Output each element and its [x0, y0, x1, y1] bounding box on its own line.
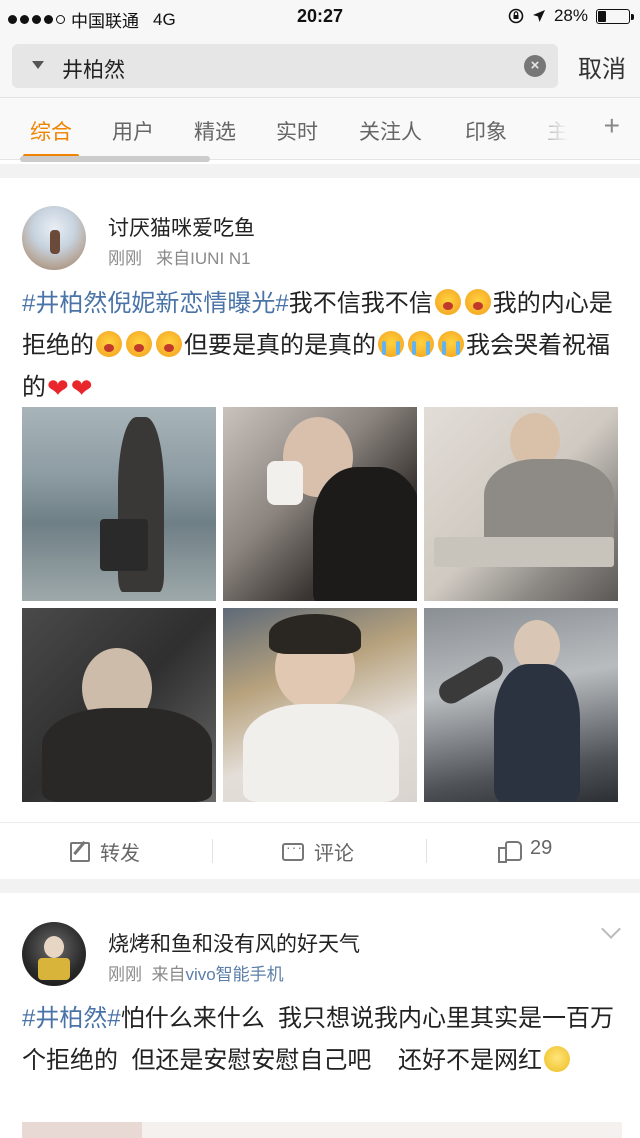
search-type-dropdown-icon[interactable]: [32, 61, 44, 69]
post-time: 刚刚: [108, 965, 142, 984]
crying-emoji-icon: [464, 289, 491, 315]
hashtag-link[interactable]: #井柏然#: [22, 1005, 121, 1032]
post-photo-preview[interactable]: [22, 1122, 622, 1138]
avatar[interactable]: [22, 922, 86, 986]
crying-emoji-icon: [96, 331, 122, 357]
post-photo-2[interactable]: [223, 407, 417, 601]
tab-impression[interactable]: 印象: [465, 116, 507, 146]
clear-search-button[interactable]: ×: [524, 55, 546, 77]
sobbing-emoji-icon: [408, 331, 434, 357]
heart-icon: ❤: [47, 373, 69, 403]
feed-divider: [0, 164, 640, 178]
post-photo-6[interactable]: [424, 608, 618, 802]
post-username[interactable]: 讨厌猫咪爱吃鱼: [108, 212, 255, 242]
sobbing-emoji-icon: [438, 331, 464, 357]
cancel-button[interactable]: 取消: [578, 49, 626, 84]
thinking-emoji-icon: [544, 1046, 571, 1072]
heart-icon: ❤: [70, 373, 93, 403]
location-icon: [532, 10, 545, 22]
post-photo-4[interactable]: [22, 608, 216, 802]
search-query[interactable]: 井柏然: [62, 54, 125, 84]
battery-icon: [596, 8, 634, 24]
comment-label: 评论: [314, 843, 354, 865]
post-source-device[interactable]: vivo智能手机: [185, 965, 283, 984]
tab-following[interactable]: 关注人: [359, 116, 422, 146]
tab-realtime[interactable]: 实时: [276, 116, 318, 146]
repost-button[interactable]: 转发: [70, 837, 140, 866]
repost-label: 转发: [100, 843, 140, 865]
post-photo-1[interactable]: [22, 407, 216, 601]
action-divider: [426, 839, 427, 863]
repost-icon: [70, 841, 90, 862]
sobbing-emoji-icon: [378, 331, 404, 357]
thumbs-up-icon: [498, 839, 522, 863]
action-divider: [212, 839, 213, 863]
post-text: #井柏然倪妮新恋情曝光#我不信我不信 我的内心是拒绝的 但要是真的是真的 我会哭着祝福…: [22, 283, 622, 409]
tab-featured[interactable]: 精选: [194, 116, 236, 146]
add-tab-icon[interactable]: +: [604, 110, 620, 142]
tab-comprehensive[interactable]: 综合: [30, 116, 72, 146]
comment-button[interactable]: 评论: [282, 837, 354, 866]
search-tabs: 综合 用户 精选 实时 关注人 印象 主 +: [0, 98, 640, 160]
post-source-prefix: 来自: [151, 965, 186, 984]
battery-percent: 28%: [553, 6, 588, 25]
comment-icon: [282, 839, 304, 861]
status-indicators: 28%: [508, 6, 634, 26]
tab-users[interactable]: 用户: [112, 116, 154, 146]
post-source: 来自IUNI N1: [156, 249, 251, 268]
like-count: 29: [530, 837, 553, 859]
search-input[interactable]: 井柏然 ×: [12, 44, 558, 88]
post-action-bar: 转发 评论 29: [0, 822, 640, 878]
previous-post-cutoff: [20, 152, 220, 164]
crying-emoji-icon: [156, 331, 182, 357]
search-bar: 井柏然 × 取消: [0, 34, 640, 98]
avatar[interactable]: [22, 206, 86, 270]
hashtag-link[interactable]: #井柏然倪妮新恋情曝光#: [22, 290, 289, 317]
post-photo-5[interactable]: [223, 608, 417, 802]
post-photo-3[interactable]: [424, 407, 618, 601]
post-meta: 刚刚 来自IUNI N1: [108, 244, 251, 269]
post-time: 刚刚: [108, 249, 142, 268]
orientation-lock-icon: [508, 8, 524, 24]
chevron-down-icon[interactable]: [601, 919, 621, 939]
like-button[interactable]: 29: [498, 837, 553, 863]
post-username[interactable]: 烧烤和鱼和没有风的好天气: [108, 928, 360, 958]
crying-emoji-icon: [434, 289, 461, 315]
post-meta: 刚刚 来自vivo智能手机: [108, 960, 284, 985]
post-text: #井柏然#怕什么来什么 我只想说我内心里其实是一百万个拒绝的 但还是安慰安慰自己…: [22, 1005, 615, 1074]
status-bar: 中国联通 4G 20:27 28%: [0, 0, 640, 34]
crying-emoji-icon: [126, 331, 152, 357]
feed-divider: [0, 879, 640, 893]
